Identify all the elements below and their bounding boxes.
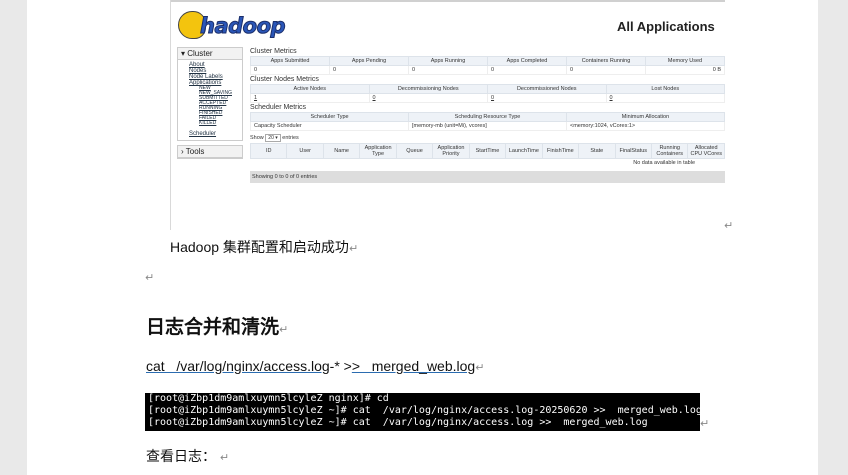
column-header-state[interactable]: State bbox=[578, 143, 616, 159]
column-header-id[interactable]: ID bbox=[249, 143, 288, 159]
table-footer: Showing 0 to 0 of 0 entries bbox=[250, 171, 725, 183]
column-header-running-containers[interactable]: Running Containers bbox=[650, 143, 689, 159]
nodes-metrics-title: Cluster Nodes Metrics bbox=[250, 76, 319, 83]
applications-table: ID User Name Application Type Queue Appl… bbox=[249, 143, 725, 159]
hadoop-logo-text: hadoop bbox=[199, 14, 286, 39]
state-link-killed[interactable]: KILLED bbox=[199, 121, 239, 126]
view-log-label: 查看日志： bbox=[146, 448, 216, 464]
table-cell[interactable]: 0 bbox=[487, 93, 607, 103]
column-header-launch[interactable]: LaunchTime bbox=[505, 143, 543, 159]
cluster-label: Cluster bbox=[187, 49, 213, 58]
column-header-name[interactable]: Name bbox=[322, 143, 361, 159]
cluster-header[interactable]: ▾ Cluster bbox=[178, 48, 242, 60]
table-header: Apps Running bbox=[408, 56, 488, 66]
table-cell: 0 bbox=[487, 65, 567, 75]
caption-text: Hadoop 集群配置和启动成功 bbox=[170, 239, 349, 255]
tools-label: Tools bbox=[185, 147, 205, 156]
table-cell: Capacity Scheduler bbox=[250, 121, 409, 131]
table-header: Decommissioning Nodes bbox=[368, 84, 488, 94]
cluster-metrics-title: Cluster Metrics bbox=[250, 48, 297, 55]
paragraph-mark: ↵ bbox=[219, 452, 230, 464]
section-heading: 日志合并和清洗↵ bbox=[146, 312, 288, 339]
entries-select[interactable]: 20 ▾ bbox=[265, 134, 281, 142]
terminal-line: [root@iZbp1dm9amlxuymn5lcyleZ ~]# cat /v… bbox=[148, 405, 702, 416]
column-header-finish[interactable]: FinishTime bbox=[541, 143, 580, 159]
show-prefix: Show bbox=[250, 135, 264, 141]
screenshot-top-border bbox=[170, 0, 725, 2]
heading-text: 日志合并和清洗 bbox=[146, 316, 280, 338]
tools-panel: › Tools bbox=[177, 145, 243, 159]
paragraph-mark: ↵ bbox=[724, 220, 734, 232]
paragraph-mark: ↵ bbox=[145, 272, 155, 284]
app-state-links: NEW NEW_SAVING SUBMITTED ACCEPTED RUNNIN… bbox=[189, 86, 239, 126]
table-header: Memory Used bbox=[645, 56, 725, 66]
sidebar-link-scheduler[interactable]: Scheduler bbox=[189, 131, 239, 137]
table-cell[interactable]: 0 bbox=[605, 93, 725, 103]
command-part: > merged_web.log bbox=[351, 358, 476, 374]
table-header: Containers Running bbox=[566, 56, 646, 66]
tools-header[interactable]: › Tools bbox=[178, 146, 242, 158]
table-header: Scheduler Type bbox=[250, 112, 409, 122]
sidebar: ▾ Cluster About Nodes Node Labels Applic… bbox=[177, 47, 243, 163]
table-cell: <memory:1024, vCores:1> bbox=[566, 121, 725, 131]
hadoop-screenshot: hadoop All Applications ▾ Cluster About … bbox=[170, 0, 725, 230]
nodes-metrics-table: Active Nodes Decommissioning Nodes Decom… bbox=[250, 84, 725, 103]
command-part: cat /var/log/nginx/access.log bbox=[146, 358, 330, 374]
column-header-user[interactable]: User bbox=[286, 143, 324, 159]
scheduler-metrics-table: Scheduler Type Scheduling Resource Type … bbox=[250, 112, 725, 131]
column-header-start[interactable]: StartTime bbox=[468, 143, 507, 159]
table-header: Lost Nodes bbox=[605, 84, 725, 94]
entries-select-value: 20 bbox=[268, 135, 274, 141]
table-header: Active Nodes bbox=[250, 84, 370, 94]
paragraph-mark: ↵ bbox=[279, 323, 289, 336]
command-part: -* > bbox=[329, 358, 352, 374]
paragraph-mark: ↵ bbox=[348, 243, 359, 255]
column-header-priority[interactable]: Application Priority bbox=[432, 143, 470, 159]
empty-table-message: No data available in table bbox=[633, 160, 695, 166]
table-cell[interactable]: 0 bbox=[368, 93, 488, 103]
figure-caption: Hadoop 集群配置和启动成功↵ bbox=[170, 237, 358, 257]
paragraph-mark: ↵ bbox=[475, 362, 485, 374]
hadoop-logo: hadoop bbox=[178, 11, 290, 41]
view-log-text: 查看日志： ↵ bbox=[146, 446, 229, 466]
table-cell: 0 bbox=[566, 65, 646, 75]
terminal-screenshot: [root@iZbp1dm9amlxuymn5lcyleZ nginx]# cd… bbox=[145, 393, 702, 431]
table-header: Apps Pending bbox=[329, 56, 409, 66]
column-header-type[interactable]: Application Type bbox=[359, 143, 397, 159]
table-header: Scheduling Resource Type bbox=[408, 112, 567, 122]
table-header: Apps Submitted bbox=[250, 56, 330, 66]
terminal-line: [root@iZbp1dm9amlxuymn5lcyleZ ~]# cat /v… bbox=[148, 417, 648, 428]
table-header: Decommissioned Nodes bbox=[487, 84, 607, 94]
document-page: hadoop All Applications ▾ Cluster About … bbox=[27, 0, 818, 475]
show-suffix: entries bbox=[282, 135, 299, 141]
column-header-final-status[interactable]: FinalStatus bbox=[614, 143, 652, 159]
scheduler-metrics-title: Scheduler Metrics bbox=[250, 104, 307, 111]
table-header: Apps Completed bbox=[487, 56, 567, 66]
cluster-metrics-table: Apps Submitted Apps Pending Apps Running… bbox=[250, 56, 725, 75]
table-cell: 0 bbox=[250, 65, 330, 75]
main-content: Cluster Metrics Apps Submitted Apps Pend… bbox=[249, 47, 725, 183]
table-cell: 0 bbox=[329, 65, 409, 75]
chevron-down-icon: ▾ bbox=[275, 135, 278, 141]
screenshot-left-border bbox=[170, 0, 171, 230]
column-header-queue[interactable]: Queue bbox=[395, 143, 434, 159]
page-title: All Applications bbox=[617, 19, 715, 34]
table-cell: 0 B bbox=[645, 65, 725, 75]
table-cell: [memory-mb (unit=Mi), vcores] bbox=[408, 121, 567, 131]
command-line: cat /var/log/nginx/access.log-* >> merge… bbox=[146, 358, 484, 374]
table-cell: 0 bbox=[408, 65, 488, 75]
terminal-line: [root@iZbp1dm9amlxuymn5lcyleZ nginx]# cd bbox=[148, 393, 389, 404]
show-entries-control: Show 20 ▾ entries bbox=[250, 134, 725, 142]
paragraph-mark: ↵ bbox=[700, 418, 710, 430]
cluster-panel: ▾ Cluster About Nodes Node Labels Applic… bbox=[177, 47, 243, 141]
column-header-allocated-cpu[interactable]: Allocated CPU VCores bbox=[687, 143, 725, 159]
table-header: Minimum Allocation bbox=[566, 112, 725, 122]
table-cell[interactable]: 1 bbox=[250, 93, 370, 103]
